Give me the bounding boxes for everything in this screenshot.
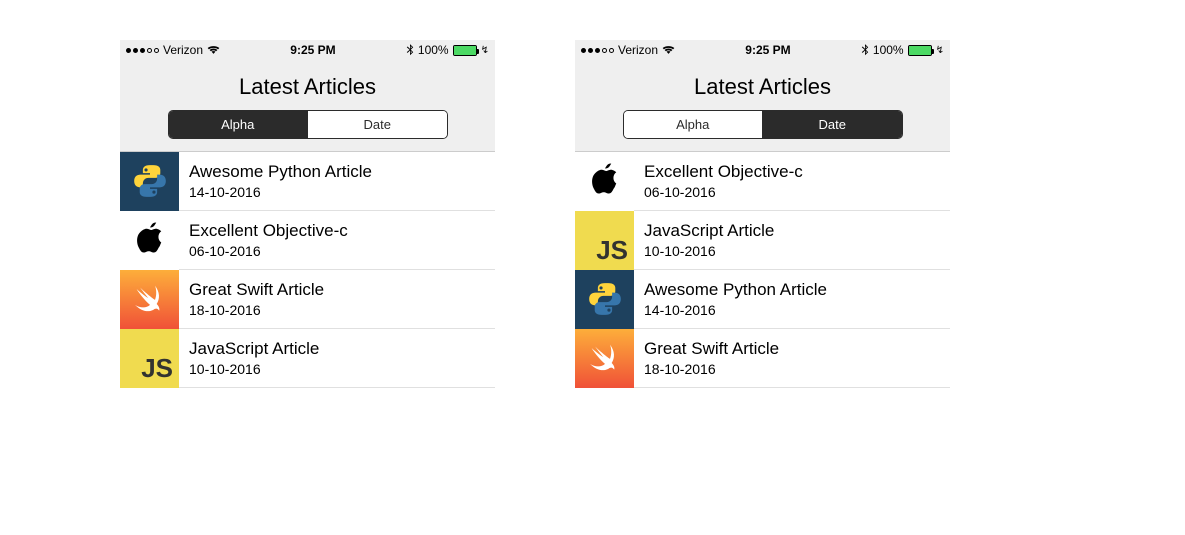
article-title: Great Swift Article <box>644 339 779 359</box>
article-date: 10-10-2016 <box>644 243 774 259</box>
article-title: JavaScript Article <box>189 339 319 359</box>
javascript-icon: JS <box>575 211 634 270</box>
article-date: 06-10-2016 <box>644 184 803 200</box>
bluetooth-icon <box>861 44 869 57</box>
segmented-control[interactable]: Alpha Date <box>168 110 448 139</box>
article-title: Great Swift Article <box>189 280 324 300</box>
battery-pct-label: 100% <box>418 43 449 57</box>
table-row[interactable]: Great Swift Article 18-10-2016 <box>575 329 950 388</box>
status-bar: Verizon 9:25 PM 100% ↯ <box>575 40 950 60</box>
status-bar: Verizon 9:25 PM 100% ↯ <box>120 40 495 60</box>
python-icon <box>120 152 179 211</box>
article-title: Excellent Objective-c <box>189 221 348 241</box>
table-row[interactable]: JS JavaScript Article 10-10-2016 <box>575 211 950 270</box>
phone-screen-alpha: Verizon 9:25 PM 100% ↯ Latest Articles A… <box>120 40 495 388</box>
signal-dots-icon <box>581 48 614 53</box>
python-icon <box>575 270 634 329</box>
bluetooth-icon <box>406 44 414 57</box>
article-date: 14-10-2016 <box>644 302 827 318</box>
table-row[interactable]: Great Swift Article 18-10-2016 <box>120 270 495 329</box>
article-date: 18-10-2016 <box>189 302 324 318</box>
segment-alpha[interactable]: Alpha <box>624 111 763 138</box>
charging-icon: ↯ <box>936 45 944 56</box>
page-title: Latest Articles <box>120 68 495 110</box>
article-title: Awesome Python Article <box>189 162 372 182</box>
nav-header: Latest Articles Alpha Date <box>575 60 950 152</box>
wifi-icon <box>207 45 220 55</box>
article-date: 06-10-2016 <box>189 243 348 259</box>
table-row[interactable]: JS JavaScript Article 10-10-2016 <box>120 329 495 388</box>
apple-icon <box>120 211 179 270</box>
page-title: Latest Articles <box>575 68 950 110</box>
article-title: Awesome Python Article <box>644 280 827 300</box>
table-row[interactable]: Excellent Objective-c 06-10-2016 <box>120 211 495 270</box>
article-date: 14-10-2016 <box>189 184 372 200</box>
javascript-icon: JS <box>120 329 179 388</box>
table-row[interactable]: Excellent Objective-c 06-10-2016 <box>575 152 950 211</box>
phone-screen-date: Verizon 9:25 PM 100% ↯ Latest Articles A… <box>575 40 950 388</box>
charging-icon: ↯ <box>481 45 489 56</box>
segment-date[interactable]: Date <box>762 111 902 138</box>
article-list[interactable]: Awesome Python Article 14-10-2016 Excell… <box>120 152 495 388</box>
segment-alpha[interactable]: Alpha <box>169 111 308 138</box>
article-title: JavaScript Article <box>644 221 774 241</box>
table-row[interactable]: Awesome Python Article 14-10-2016 <box>575 270 950 329</box>
carrier-label: Verizon <box>618 43 658 57</box>
battery-icon <box>908 45 932 56</box>
clock-label: 9:25 PM <box>290 43 335 57</box>
carrier-label: Verizon <box>163 43 203 57</box>
wifi-icon <box>662 45 675 55</box>
clock-label: 9:25 PM <box>745 43 790 57</box>
segment-date[interactable]: Date <box>307 111 447 138</box>
article-title: Excellent Objective-c <box>644 162 803 182</box>
table-row[interactable]: Awesome Python Article 14-10-2016 <box>120 152 495 211</box>
swift-icon <box>120 270 179 329</box>
segmented-control[interactable]: Alpha Date <box>623 110 903 139</box>
swift-icon <box>575 329 634 388</box>
nav-header: Latest Articles Alpha Date <box>120 60 495 152</box>
article-date: 10-10-2016 <box>189 361 319 377</box>
battery-pct-label: 100% <box>873 43 904 57</box>
signal-dots-icon <box>126 48 159 53</box>
battery-icon <box>453 45 477 56</box>
article-date: 18-10-2016 <box>644 361 779 377</box>
article-list[interactable]: Excellent Objective-c 06-10-2016 JS Java… <box>575 152 950 388</box>
apple-icon <box>575 152 634 211</box>
